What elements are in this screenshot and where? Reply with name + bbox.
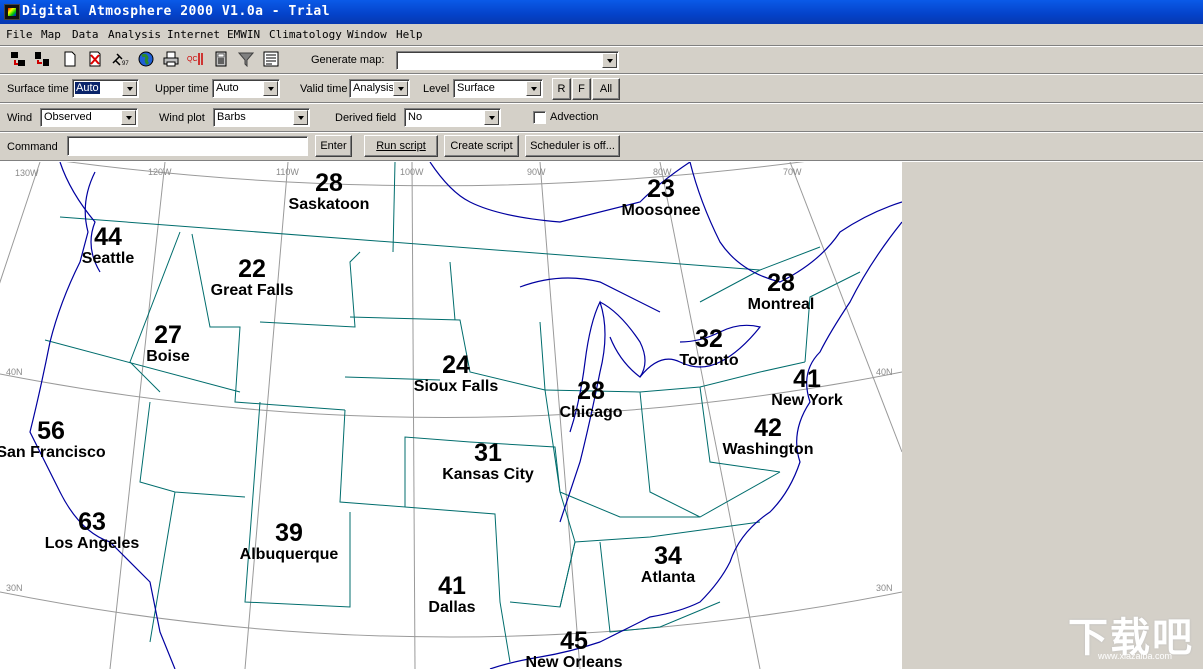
level-label: Level [423, 83, 450, 95]
city-station[interactable]: 28 Montreal [748, 271, 815, 314]
city-station[interactable]: 41 New York [771, 367, 842, 410]
city-station[interactable]: 45 New Orleans [526, 629, 623, 669]
scheduler-button[interactable]: Scheduler is off... [525, 135, 620, 157]
lat-label: 30N [876, 583, 893, 593]
menu-emwin[interactable]: EMWIN [227, 28, 260, 41]
menu-map[interactable]: Map [41, 28, 61, 41]
city-station[interactable]: 28 Saskatoon [289, 171, 370, 214]
command-input[interactable] [67, 136, 308, 156]
chevron-down-icon[interactable] [484, 110, 499, 125]
upper-time-select[interactable]: Auto [212, 79, 280, 98]
title-bar: Digital Atmosphere 2000 V1.0a - Trial [0, 0, 1203, 24]
lon-label: 100W [400, 167, 424, 177]
filter-icon[interactable] [235, 49, 257, 69]
chevron-down-icon[interactable] [393, 81, 408, 96]
chevron-down-icon[interactable] [293, 110, 308, 125]
lon-label: 70W [783, 167, 802, 177]
wind-row: Wind Observed Wind plot Barbs Derived fi… [0, 105, 1203, 130]
tile-horizontal-icon[interactable] [7, 49, 29, 69]
city-station[interactable]: 31 Kansas City [442, 441, 534, 484]
city-station[interactable]: 24 Sioux Falls [414, 353, 498, 396]
watermark-logo: 下载吧 www.xiazaiba.com [1068, 616, 1194, 661]
upper-time-label: Upper time [155, 83, 209, 95]
city-station[interactable]: 28 Chicago [559, 379, 622, 422]
valid-time-label: Valid time [300, 83, 348, 95]
delete-icon[interactable] [84, 49, 106, 69]
all-button[interactable]: All [592, 78, 620, 100]
separator [0, 45, 1203, 47]
globe-icon[interactable] [135, 49, 157, 69]
chevron-down-icon[interactable] [122, 81, 137, 96]
city-station[interactable]: 32 Toronto [679, 327, 738, 370]
chevron-down-icon[interactable] [263, 81, 278, 96]
run-script-button[interactable]: Run script [364, 135, 438, 157]
command-label: Command [7, 141, 58, 153]
menu-help[interactable]: Help [396, 28, 423, 41]
city-station[interactable]: 22 Great Falls [211, 257, 294, 300]
separator [0, 73, 1203, 75]
report-icon[interactable] [260, 49, 282, 69]
wind-plot-select[interactable]: Barbs [213, 108, 310, 127]
satellite-icon[interactable]: 97 [109, 49, 131, 69]
separator [0, 102, 1203, 104]
command-row: Command Enter Run script Create script S… [0, 134, 1203, 160]
svg-text:97: 97 [122, 61, 129, 67]
tile-vertical-icon[interactable] [31, 49, 53, 69]
valid-time-select[interactable]: Analysis [349, 79, 410, 98]
wind-plot-label: Wind plot [159, 112, 205, 124]
lon-label: 130W [15, 168, 39, 178]
derived-field-select[interactable]: No [404, 108, 501, 127]
lon-label: 120W [148, 167, 172, 177]
toolbar: 97 QC Generate map: [0, 49, 1203, 71]
menu-climatology[interactable]: Climatology [269, 28, 342, 41]
svg-text:QC: QC [187, 56, 198, 63]
city-station[interactable]: 27 Boise [146, 323, 190, 366]
derived-field-label: Derived field [335, 112, 397, 124]
r-button[interactable]: R [552, 78, 571, 100]
lat-label: 40N [876, 367, 893, 377]
chevron-down-icon[interactable] [602, 53, 617, 68]
menu-file[interactable]: File [6, 28, 33, 41]
level-select[interactable]: Surface [453, 79, 543, 98]
menu-data[interactable]: Data [72, 28, 99, 41]
weather-map[interactable]: 130W 120W 110W 100W 90W 80W 70W 40N 40N … [0, 162, 902, 669]
window-title: Digital Atmosphere 2000 V1.0a - Trial [22, 4, 331, 19]
menu-analysis[interactable]: Analysis [108, 28, 161, 41]
city-station[interactable]: 42 Washington [723, 416, 814, 459]
menu-internet[interactable]: Internet [167, 28, 220, 41]
lat-label: 30N [6, 583, 23, 593]
city-station[interactable]: 56 San Francisco [0, 419, 106, 462]
lon-label: 90W [527, 167, 546, 177]
calculator-icon[interactable] [210, 49, 232, 69]
create-script-button[interactable]: Create script [444, 135, 519, 157]
new-map-icon[interactable] [59, 49, 81, 69]
wind-label: Wind [7, 112, 33, 124]
surface-time-select[interactable]: Auto [72, 79, 139, 98]
f-button[interactable]: F [572, 78, 591, 100]
city-station[interactable]: 34 Atlanta [641, 544, 695, 587]
lat-label: 40N [6, 367, 23, 377]
menu-window[interactable]: Window [347, 28, 387, 41]
menu-bar: File Map Data Analysis Internet EMWIN Cl… [0, 26, 1203, 44]
city-station[interactable]: 41 Dallas [428, 574, 475, 617]
surface-time-label: Surface time [7, 83, 69, 95]
city-station[interactable]: 39 Albuquerque [240, 521, 339, 564]
enter-button[interactable]: Enter [315, 135, 352, 157]
chevron-down-icon[interactable] [526, 81, 541, 96]
generate-map-select[interactable] [396, 51, 619, 70]
advection-checkbox[interactable] [533, 111, 546, 124]
city-station[interactable]: 63 Los Angeles [45, 510, 140, 553]
radar-icon[interactable]: QC [185, 49, 207, 69]
app-icon[interactable] [4, 4, 20, 20]
time-level-row: Surface time Auto Upper time Auto Valid … [0, 76, 1203, 101]
latitude-gridlines [0, 162, 902, 638]
city-station[interactable]: 44 Seattle [82, 225, 134, 268]
chevron-down-icon[interactable] [121, 110, 136, 125]
print-icon[interactable] [160, 49, 182, 69]
separator [0, 131, 1203, 133]
generate-map-label: Generate map: [311, 54, 385, 66]
city-station[interactable]: 23 Moosonee [621, 177, 700, 220]
wind-select[interactable]: Observed [40, 108, 138, 127]
advection-label: Advection [550, 111, 599, 123]
